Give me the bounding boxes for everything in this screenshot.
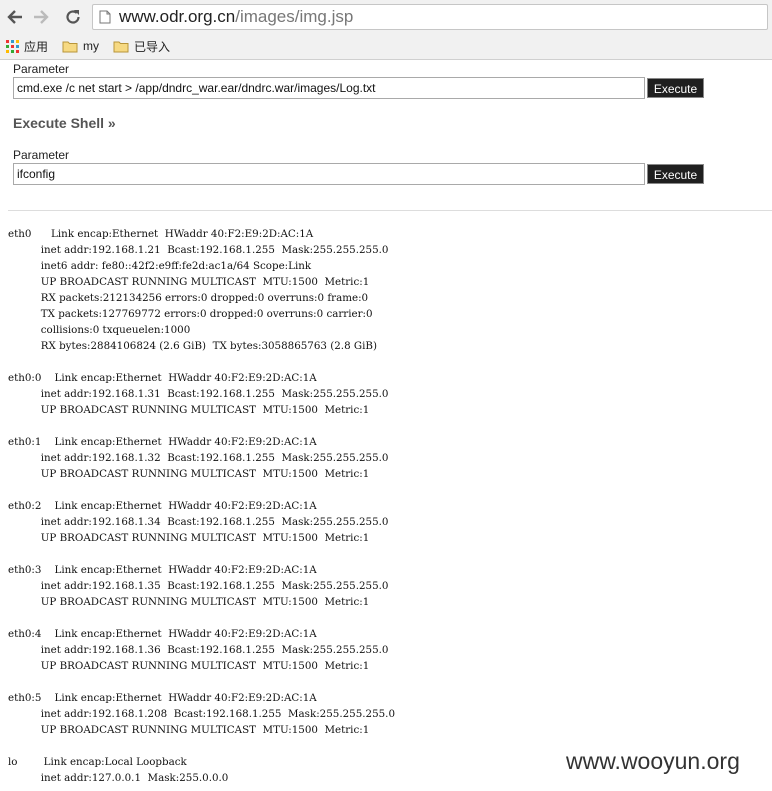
watermark: www.wooyun.org — [566, 748, 740, 774]
bookmark-imported[interactable]: 已导入 — [113, 37, 170, 55]
command-output: eth0 Link encap:Ethernet HWaddr 40:F2:E9… — [8, 228, 395, 784]
shell-execute-button[interactable]: Execute — [647, 164, 704, 184]
address-bar[interactable]: www.odr.org.cn/images/img.jsp — [92, 4, 768, 30]
shell-parameter-label: Parameter — [13, 148, 70, 162]
back-button[interactable] — [4, 6, 26, 28]
parameter-input[interactable]: cmd.exe /c net start > /app/dndrc_war.ea… — [13, 77, 645, 99]
reload-icon — [66, 10, 80, 24]
browser-chrome: www.odr.org.cn/images/img.jsp 应用 my 已导入 — [0, 0, 772, 60]
url-host: www.odr.org.cn — [119, 7, 236, 26]
url-path: /images/img.jsp — [235, 7, 354, 26]
apps-grid-icon — [6, 39, 19, 53]
bookmark-label: my — [83, 39, 99, 53]
shell-parameter-input[interactable]: ifconfig — [13, 163, 645, 185]
forward-button[interactable] — [30, 6, 52, 28]
execute-button[interactable]: Execute — [647, 78, 704, 98]
browser-toolbar: www.odr.org.cn/images/img.jsp — [0, 0, 772, 34]
bookmark-label: 已导入 — [134, 39, 171, 54]
folder-icon — [113, 41, 129, 52]
bookmark-my[interactable]: my — [62, 37, 99, 55]
divider — [8, 210, 772, 211]
folder-icon — [62, 41, 78, 52]
parameter-label: Parameter — [13, 62, 70, 76]
section-title[interactable]: Execute Shell » — [13, 115, 116, 131]
reload-button[interactable] — [62, 6, 84, 28]
arrow-left-icon — [7, 10, 22, 24]
url-text: www.odr.org.cn/images/img.jsp — [119, 7, 353, 27]
page-icon — [99, 10, 111, 24]
arrow-right-icon — [34, 10, 49, 24]
bookmark-apps[interactable]: 应用 — [6, 37, 48, 55]
bookmark-label: 应用 — [24, 39, 49, 54]
bookmarks-bar: 应用 my 已导入 — [0, 34, 772, 58]
